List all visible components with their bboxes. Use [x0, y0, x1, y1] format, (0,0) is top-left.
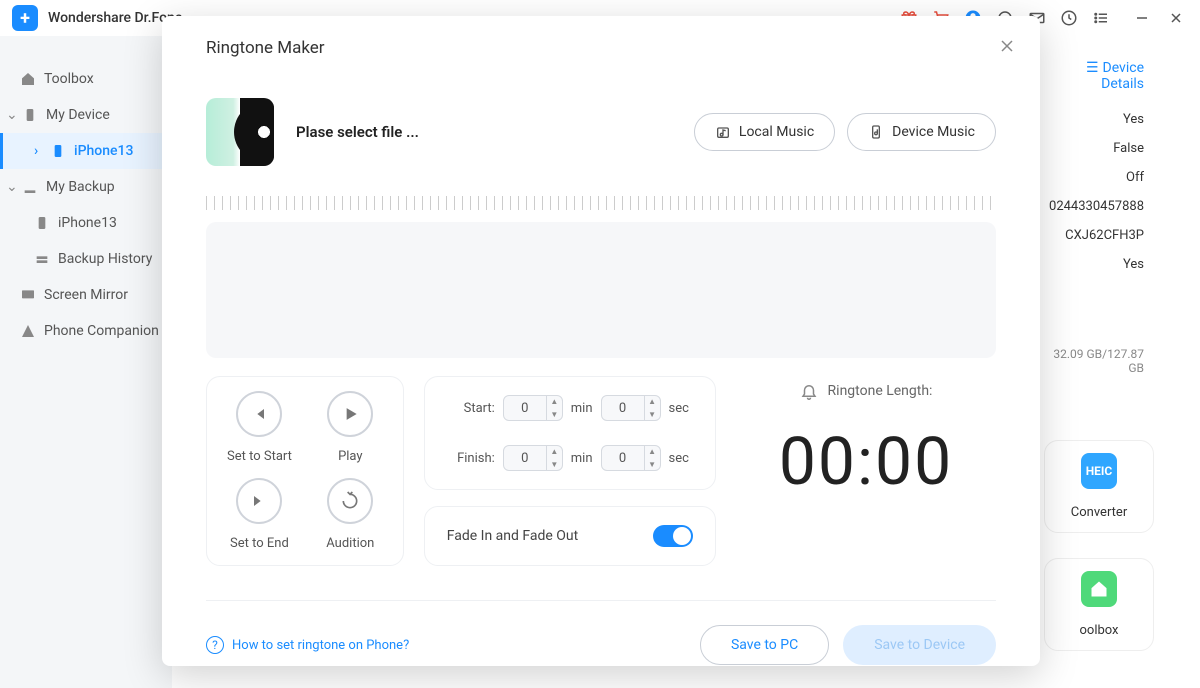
sidebar-item-label: My Device	[46, 107, 110, 123]
sidebar-item-screen-mirror[interactable]: Screen Mirror	[0, 277, 172, 313]
modal-title: Ringtone Maker	[206, 38, 996, 58]
sidebar-item-my-device[interactable]: ⌄ My Device	[0, 97, 172, 133]
play-button[interactable]: Play	[318, 391, 383, 464]
save-to-pc-button[interactable]: Save to PC	[700, 625, 829, 665]
set-to-end-button[interactable]: Set to End	[227, 478, 292, 551]
modal-footer: ? How to set ringtone on Phone? Save to …	[206, 600, 996, 665]
toolbox-icon	[1081, 571, 1117, 607]
local-music-button[interactable]: Local Music	[694, 113, 835, 151]
finish-sec-input[interactable]: 0▲▼	[601, 445, 661, 471]
chevron-down-icon: ⌄	[6, 107, 18, 123]
audition-button[interactable]: Audition	[318, 478, 383, 551]
fade-label: Fade In and Fade Out	[447, 528, 578, 544]
phone-music-icon	[868, 124, 884, 140]
sidebar-item-label: My Backup	[46, 179, 115, 195]
start-marker-icon	[236, 391, 282, 437]
ringtone-length-panel: Ringtone Length: 00:00	[736, 376, 996, 566]
start-label: Start:	[451, 401, 495, 416]
timeline-ruler	[206, 196, 996, 210]
detail-value: False	[1040, 141, 1200, 156]
sidebar-item-label: iPhone13	[74, 143, 133, 159]
album-art-icon	[206, 98, 274, 166]
sidebar-item-toolbox[interactable]: Toolbox	[0, 61, 172, 97]
fade-toggle-row: Fade In and Fade Out	[424, 506, 716, 566]
sidebar-item-label: Toolbox	[44, 71, 94, 87]
unit-label: sec	[669, 451, 689, 466]
sidebar-item-backup-history[interactable]: Backup History	[0, 241, 172, 277]
heic-icon: HEIC	[1081, 453, 1117, 489]
finish-label: Finish:	[451, 451, 495, 466]
window-controls	[1130, 6, 1188, 30]
end-marker-icon	[236, 478, 282, 524]
stepper[interactable]: ▲▼	[644, 445, 660, 471]
device-music-button[interactable]: Device Music	[847, 113, 996, 151]
playback-controls: Set to Start Play Set to End Audition	[206, 376, 404, 566]
device-details-link[interactable]: ☰Device Details	[1040, 60, 1200, 92]
monitor-icon	[20, 287, 36, 303]
length-label: Ringtone Length:	[828, 383, 933, 399]
history-icon[interactable]	[1060, 9, 1078, 27]
sidebar-item-label: Screen Mirror	[44, 287, 128, 303]
detail-value: 0244330457888	[1040, 199, 1200, 214]
close-button[interactable]	[1164, 6, 1188, 30]
file-select-row: Plase select file ... Local Music Device…	[206, 98, 996, 166]
storage-value: 32.09 GB/127.87 GB	[1040, 347, 1200, 375]
detail-value: Yes	[1040, 112, 1200, 127]
tool-card-toolbox[interactable]: oolbox	[1044, 558, 1154, 651]
stepper[interactable]: ▲▼	[644, 395, 660, 421]
chevron-down-icon: ⌄	[6, 179, 18, 195]
unit-label: sec	[669, 401, 689, 416]
bell-icon	[800, 382, 818, 400]
unit-label: min	[571, 401, 593, 416]
sidebar: Toolbox ⌄ My Device › iPhone13 ⌄ My Back…	[0, 36, 172, 688]
length-value: 00:00	[779, 424, 953, 501]
stepper[interactable]: ▲▼	[546, 395, 562, 421]
save-to-device-button[interactable]: Save to Device	[843, 625, 996, 665]
help-link[interactable]: ? How to set ringtone on Phone?	[206, 636, 409, 654]
folder-music-icon	[715, 124, 731, 140]
unit-label: min	[571, 451, 593, 466]
sidebar-item-label: Backup History	[58, 251, 152, 267]
app-logo-icon: +	[12, 5, 38, 31]
question-icon: ?	[206, 636, 224, 654]
fade-toggle[interactable]	[653, 525, 693, 547]
sidebar-item-backup-iphone13[interactable]: iPhone13	[0, 205, 172, 241]
time-range-panel: Start: 0▲▼ min 0▲▼ sec Finish: 0▲▼ min 0…	[424, 376, 716, 490]
file-prompt: Plase select file ...	[296, 123, 419, 141]
home-icon	[20, 71, 36, 87]
detail-value: Off	[1040, 170, 1200, 185]
phone-icon	[34, 215, 50, 231]
set-to-start-button[interactable]: Set to Start	[227, 391, 292, 464]
stepper[interactable]: ▲▼	[546, 445, 562, 471]
phone-icon	[22, 107, 38, 123]
sidebar-item-iphone13[interactable]: › iPhone13	[0, 133, 172, 169]
ringtone-maker-modal: Ringtone Maker Plase select file ... Loc…	[162, 16, 1040, 666]
detail-value: CXJ62CFH3P	[1040, 228, 1200, 243]
phone-icon	[50, 143, 66, 159]
sidebar-item-phone-companion[interactable]: Phone Companion	[0, 313, 172, 349]
chevron-right-icon: ›	[34, 143, 46, 159]
sidebar-item-label: iPhone13	[58, 215, 117, 231]
replay-icon	[327, 478, 373, 524]
sidebar-item-label: Phone Companion	[44, 323, 159, 339]
start-min-input[interactable]: 0▲▼	[503, 395, 563, 421]
menu-list-icon[interactable]	[1092, 9, 1110, 27]
device-details-panel: ☰Device Details Yes False Off 0244330457…	[1040, 60, 1200, 375]
tool-card-converter[interactable]: HEIC Converter	[1044, 440, 1154, 533]
drive-icon	[34, 251, 50, 267]
companion-icon	[20, 323, 36, 339]
minimize-button[interactable]	[1130, 6, 1154, 30]
start-sec-input[interactable]: 0▲▼	[601, 395, 661, 421]
detail-value: Yes	[1040, 257, 1200, 272]
download-icon	[22, 179, 38, 195]
card-label: Converter	[1045, 505, 1153, 520]
card-label: oolbox	[1045, 623, 1153, 638]
finish-min-input[interactable]: 0▲▼	[503, 445, 563, 471]
modal-close-button[interactable]	[1000, 38, 1018, 56]
waveform-area[interactable]	[206, 222, 996, 358]
play-icon	[327, 391, 373, 437]
sidebar-item-my-backup[interactable]: ⌄ My Backup	[0, 169, 172, 205]
